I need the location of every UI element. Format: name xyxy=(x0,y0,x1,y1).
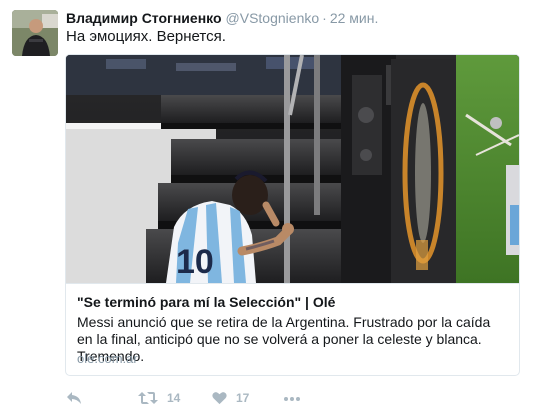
tweet-actions: 14 17 xyxy=(66,388,506,408)
like-count: 17 xyxy=(236,391,250,405)
card-body[interactable]: "Se terminó para mí la Selección" | Olé … xyxy=(66,283,519,375)
author-handle[interactable]: @VStognienko xyxy=(226,10,320,26)
retweet-count: 14 xyxy=(167,391,181,405)
card-title[interactable]: "Se terminó para mí la Selección" | Olé xyxy=(77,294,335,310)
avatar-photo xyxy=(12,10,58,56)
tweet-header: Владимир Стогниенко @VStognienko · 22 мин. xyxy=(66,9,378,27)
card-photo: 10 xyxy=(66,55,519,283)
card-domain: ole.com.ar xyxy=(77,351,138,366)
timestamp[interactable]: 22 мин. xyxy=(330,10,379,26)
reply-icon xyxy=(67,392,81,404)
reply-button[interactable] xyxy=(66,388,82,408)
retweet-button[interactable]: 14 xyxy=(138,388,180,408)
card-description: Messi anunció que se retira de la Argent… xyxy=(77,314,491,364)
retweet-icon xyxy=(138,392,158,404)
heart-icon xyxy=(212,392,227,405)
more-button[interactable] xyxy=(284,388,300,408)
tweet-text: На эмоциях. Вернется. xyxy=(66,28,226,45)
card-image[interactable]: 10 xyxy=(66,55,519,283)
tweet: Владимир Стогниенко @VStognienko · 22 мин. … xyxy=(0,0,557,416)
link-card[interactable]: 10 "Se terminó para mí la Selección" | O… xyxy=(65,54,520,376)
more-icon xyxy=(284,397,300,401)
author-name[interactable]: Владимир Стогниенко xyxy=(66,10,222,26)
svg-text:10: 10 xyxy=(176,243,214,281)
header-separator: · xyxy=(322,10,327,26)
avatar[interactable] xyxy=(12,10,58,56)
like-button[interactable]: 17 xyxy=(212,388,249,408)
